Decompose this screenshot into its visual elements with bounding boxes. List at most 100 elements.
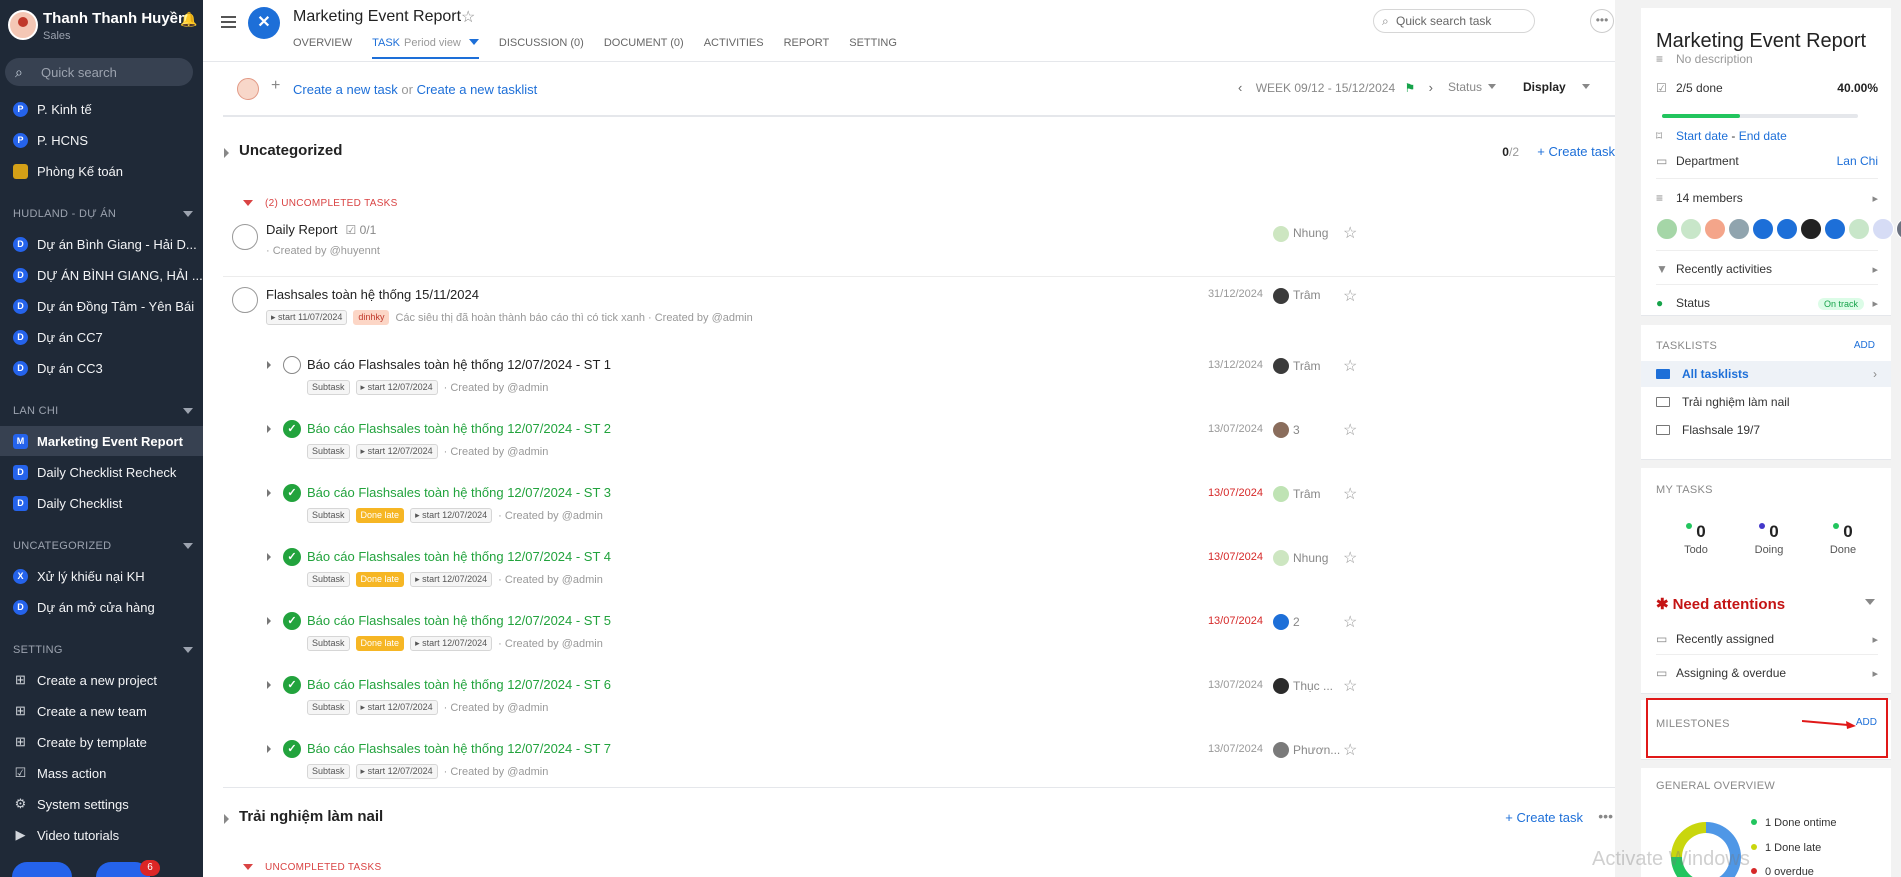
plus-icon[interactable]: + bbox=[271, 77, 280, 95]
check-done-icon[interactable]: ✓ bbox=[283, 420, 301, 438]
create-task-button[interactable]: + Create task bbox=[1537, 144, 1615, 159]
sidebar-item-xu-ly-khieu-nai[interactable]: X Xử lý khiếu nại KH bbox=[0, 561, 203, 591]
check-done-icon[interactable]: ✓ bbox=[283, 484, 301, 502]
stat-todo[interactable]: 0 Todo bbox=[1666, 522, 1726, 556]
chevron-right-icon[interactable]: › bbox=[1429, 80, 1433, 95]
caret-down-icon[interactable] bbox=[468, 39, 479, 45]
task-title[interactable]: Daily Report ☑ 0/1 bbox=[266, 222, 376, 237]
star-icon[interactable]: ☆ bbox=[461, 7, 475, 27]
subtask-row[interactable]: ✓ Báo cáo Flashsales toàn hệ thống 12/07… bbox=[223, 731, 1615, 793]
create-task-link[interactable]: Create a new task bbox=[293, 82, 398, 97]
user-profile[interactable]: Thanh Thanh Huyền Sales 🔔 bbox=[8, 8, 198, 46]
members-row[interactable]: ≡ 14 members ▸ bbox=[1656, 191, 1878, 205]
check-done-icon[interactable]: ✓ bbox=[283, 740, 301, 758]
check-done-icon[interactable]: ✓ bbox=[283, 676, 301, 694]
caret-right-icon[interactable] bbox=[267, 617, 271, 625]
caret-right-icon[interactable] bbox=[267, 745, 271, 753]
tasklist-item-nail[interactable]: Trải nghiệm làm nail bbox=[1641, 389, 1891, 415]
sidebar-item-daily-checklist[interactable]: D Daily Checklist bbox=[0, 488, 203, 518]
check-done-icon[interactable]: ✓ bbox=[283, 612, 301, 630]
subtask-row[interactable]: ✓ Báo cáo Flashsales toàn hệ thống 12/07… bbox=[223, 475, 1615, 537]
section-hudland[interactable]: HUDLAND - DỰ ÁN bbox=[13, 208, 193, 220]
tab-activities[interactable]: ACTIVITIES bbox=[704, 37, 764, 59]
tasklist-item-flashsale[interactable]: Flashsale 19/7 bbox=[1641, 417, 1891, 443]
need-attentions-row[interactable]: ✱ Need attentions bbox=[1641, 585, 1891, 619]
tasklists-add-button[interactable]: ADD bbox=[1854, 340, 1875, 351]
tab-document[interactable]: DOCUMENT (0) bbox=[604, 37, 684, 59]
task-title[interactable]: Flashsales toàn hệ thống 15/11/2024 bbox=[266, 287, 479, 302]
sidebar-item-p-hcns[interactable]: P P. HCNS bbox=[0, 125, 203, 155]
tab-setting[interactable]: SETTING bbox=[849, 37, 897, 59]
sidebar-item-phong-ke-toan[interactable]: Phòng Kế toán bbox=[0, 156, 203, 186]
task-search-input[interactable] bbox=[1396, 14, 1526, 28]
assigning-overdue-row[interactable]: ▭ Assigning & overdue ▸ bbox=[1656, 666, 1878, 680]
sidebar-search-input[interactable] bbox=[41, 63, 181, 81]
tab-overview[interactable]: OVERVIEW bbox=[293, 37, 352, 59]
star-icon[interactable]: ☆ bbox=[1343, 356, 1357, 376]
stat-doing[interactable]: 0 Doing bbox=[1739, 522, 1799, 556]
subtask-title[interactable]: Báo cáo Flashsales toàn hệ thống 12/07/2… bbox=[307, 485, 611, 500]
caret-right-icon[interactable] bbox=[267, 361, 271, 369]
sidebar-item-binh-giang-2[interactable]: D DỰ ÁN BÌNH GIANG, HẢI ... bbox=[0, 260, 203, 290]
more-options-icon[interactable]: ••• bbox=[1598, 808, 1613, 824]
create-team-item[interactable]: ⊞ Create a new team bbox=[0, 696, 203, 726]
section-setting[interactable]: SETTING bbox=[13, 644, 193, 656]
department-value[interactable]: Lan Chi bbox=[1837, 154, 1878, 168]
tab-discussion[interactable]: DISCUSSION (0) bbox=[499, 37, 584, 59]
create-project-item[interactable]: ⊞ Create a new project bbox=[0, 665, 203, 695]
sidebar-item-cc7[interactable]: D Dự án CC7 bbox=[0, 322, 203, 352]
video-tutorials-item[interactable]: ▶ Video tutorials bbox=[0, 820, 203, 850]
tasklist-group-header[interactable]: Trải nghiệm làm nail + Create task ••• bbox=[223, 787, 1615, 825]
subtask-row[interactable]: ✓ Báo cáo Flashsales toàn hệ thống 12/07… bbox=[223, 411, 1615, 473]
caret-right-icon[interactable] bbox=[267, 681, 271, 689]
star-icon[interactable]: ☆ bbox=[1343, 420, 1357, 440]
bell-icon[interactable]: 🔔 bbox=[180, 11, 197, 27]
subtask-title[interactable]: Báo cáo Flashsales toàn hệ thống 12/07/2… bbox=[307, 549, 611, 564]
menu-icon[interactable] bbox=[221, 16, 236, 28]
sidebar-item-p-kinh-te[interactable]: P P. Kinh tế bbox=[0, 94, 203, 124]
star-icon[interactable]: ☆ bbox=[1343, 223, 1357, 243]
create-by-template-item[interactable]: ⊞ Create by template bbox=[0, 727, 203, 757]
sidebar-item-mo-cua-hang[interactable]: D Dự án mở cửa hàng bbox=[0, 592, 203, 622]
stat-done[interactable]: 0 Done bbox=[1813, 522, 1873, 556]
more-members[interactable]: +5 bbox=[1896, 218, 1901, 240]
tasklist-group-header[interactable]: Uncategorized 0/2 + Create task bbox=[223, 140, 1615, 166]
sidebar-item-binh-giang-1[interactable]: D Dự án Bình Giang - Hải D... bbox=[0, 229, 203, 259]
subtask-title[interactable]: Báo cáo Flashsales toàn hệ thống 12/07/2… bbox=[307, 613, 611, 628]
section-lan-chi[interactable]: LAN CHI bbox=[13, 405, 193, 417]
tab-task[interactable]: TASK Period view bbox=[372, 37, 479, 59]
sidebar-item-cc3[interactable]: D Dự án CC3 bbox=[0, 353, 203, 383]
star-icon[interactable]: ☆ bbox=[1343, 484, 1357, 504]
table-row[interactable]: Daily Report ☑ 0/1 · Created by @huyennt … bbox=[223, 214, 1615, 266]
complete-checkbox[interactable] bbox=[283, 356, 301, 374]
subtask-row[interactable]: ✓ Báo cáo Flashsales toàn hệ thống 12/07… bbox=[223, 667, 1615, 729]
tab-report[interactable]: REPORT bbox=[784, 37, 830, 59]
caret-right-icon[interactable] bbox=[267, 489, 271, 497]
tasklist-item-all[interactable]: All tasklists › bbox=[1641, 361, 1891, 387]
table-row[interactable]: Flashsales toàn hệ thống 15/11/2024 ▸ st… bbox=[223, 276, 1615, 342]
caret-right-icon[interactable] bbox=[224, 814, 229, 824]
sidebar-search[interactable]: ⌕ bbox=[5, 58, 193, 86]
end-date-link[interactable]: End date bbox=[1739, 129, 1787, 143]
subtask-row[interactable]: ✓ Báo cáo Flashsales toàn hệ thống 12/07… bbox=[223, 539, 1615, 601]
uncompleted-header[interactable]: UNCOMPLETED TASKS bbox=[243, 862, 381, 873]
task-search[interactable]: ⌕ bbox=[1373, 9, 1535, 33]
section-uncategorized[interactable]: UNCATEGORIZED bbox=[13, 540, 193, 552]
sidebar-item-marketing-event-report[interactable]: M Marketing Event Report bbox=[0, 426, 203, 456]
caret-right-icon[interactable] bbox=[267, 425, 271, 433]
star-icon[interactable]: ☆ bbox=[1343, 548, 1357, 568]
description-row[interactable]: ≡ No description bbox=[1656, 52, 1878, 66]
status-dropdown[interactable]: Status bbox=[1448, 80, 1497, 94]
mass-action-item[interactable]: ☑ Mass action bbox=[0, 758, 203, 788]
subtask-title[interactable]: Báo cáo Flashsales toàn hệ thống 12/07/2… bbox=[307, 357, 611, 372]
chat-button[interactable] bbox=[12, 862, 72, 877]
recently-assigned-row[interactable]: ▭ Recently assigned ▸ bbox=[1656, 632, 1878, 646]
subtask-title[interactable]: Báo cáo Flashsales toàn hệ thống 12/07/2… bbox=[307, 677, 611, 692]
start-date-link[interactable]: Start date bbox=[1676, 129, 1728, 143]
member-avatars[interactable]: +5 bbox=[1656, 218, 1901, 240]
create-task-button[interactable]: + Create task bbox=[1505, 810, 1583, 825]
complete-checkbox[interactable] bbox=[232, 224, 258, 250]
display-dropdown[interactable]: Display bbox=[1523, 80, 1590, 94]
recent-activities-row[interactable]: ▼ Recently activities ▸ bbox=[1656, 262, 1878, 276]
uncompleted-header[interactable]: (2) UNCOMPLETED TASKS bbox=[243, 198, 398, 209]
